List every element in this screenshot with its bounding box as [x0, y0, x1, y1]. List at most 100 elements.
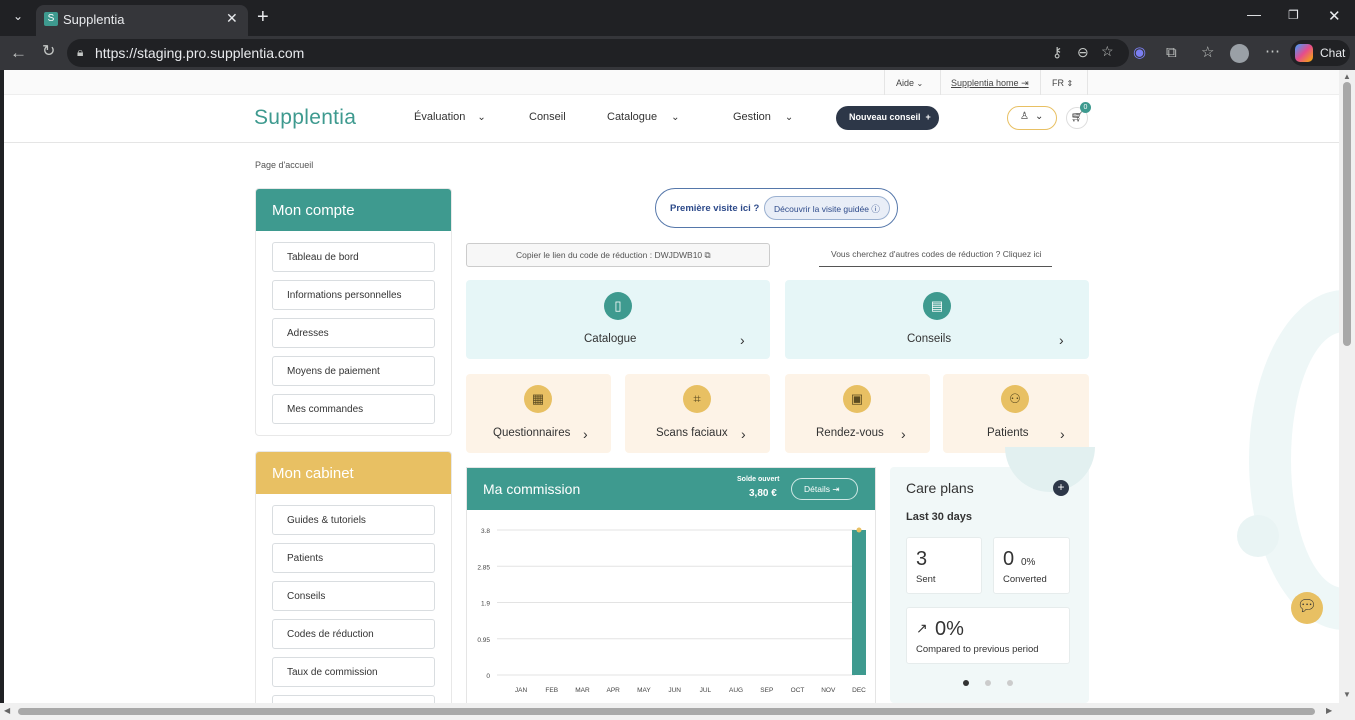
guided-tour-button[interactable]: Découvrir la visite guidée ⓘ	[764, 196, 890, 220]
new-advice-button[interactable]: Nouveau conseil +	[836, 106, 939, 130]
zoom-icon[interactable]: ⊖	[1077, 44, 1089, 61]
chevron-right-icon: ›	[583, 426, 588, 442]
restore-icon[interactable]: ❐	[1288, 8, 1299, 22]
minimize-icon[interactable]: —	[1247, 6, 1261, 22]
menu-patients[interactable]: Patients	[272, 543, 435, 573]
facial-scans-tile[interactable]: ⌗ Scans faciaux ›	[625, 374, 770, 453]
scroll-down-icon[interactable]: ▼	[1343, 690, 1351, 699]
utility-bar: Aide ⌄ Supplentia home ⇥ FR ⇕	[4, 70, 1339, 95]
y-tick-label: 0.95	[477, 637, 490, 644]
close-window-icon[interactable]: ✕	[1328, 7, 1341, 25]
menu-dashboard[interactable]: Tableau de bord	[272, 242, 435, 272]
menu-commission-rate[interactable]: Taux de commission	[272, 657, 435, 687]
add-care-plan-button[interactable]: +	[1053, 480, 1069, 496]
tab-list-button[interactable]: ⌄	[8, 9, 28, 29]
commission-title: Ma commission	[483, 481, 581, 497]
questionnaires-tile[interactable]: ▦ Questionnaires ›	[466, 374, 611, 453]
y-tick-label: 2.85	[477, 564, 490, 571]
page-viewport: Aide ⌄ Supplentia home ⇥ FR ⇕ Supplentia…	[4, 70, 1339, 703]
trend-up-icon: ↗	[916, 620, 928, 636]
period-label: Last 30 days	[906, 511, 973, 523]
chevron-down-icon: ⌄	[784, 112, 794, 123]
other-codes-label: Vous cherchez d'autres codes de réductio…	[831, 249, 1042, 259]
reload-icon[interactable]: ↻	[42, 44, 55, 60]
catalogue-tile[interactable]: ▯ Catalogue ›	[466, 280, 770, 359]
vertical-scrollbar[interactable]: ▲ ▼	[1339, 70, 1355, 703]
converted-stat: 0 0% Converted	[993, 537, 1070, 594]
extensions-puzzle-icon[interactable]: ⧉	[1166, 45, 1177, 60]
menu-discount-codes[interactable]: Codes de réduction	[272, 619, 435, 649]
chevron-down-icon: ⌄	[477, 112, 486, 123]
language-select[interactable]: FR ⇕	[1052, 78, 1073, 88]
scroll-up-icon[interactable]: ▲	[1343, 72, 1351, 81]
menu-guides[interactable]: Guides & tutoriels	[272, 505, 435, 535]
details-button[interactable]: Détails ⇥	[791, 478, 858, 500]
browser-tab[interactable]: S Supplentia ✕	[36, 5, 248, 36]
sent-stat: 3 Sent	[906, 537, 982, 594]
address-bar: ← ↻ 🔒︎ https://staging.pro.supplentia.co…	[0, 36, 1355, 70]
profile-avatar[interactable]	[1230, 44, 1249, 63]
breadcrumb[interactable]: Page d'accueil	[255, 160, 313, 170]
carousel-dot[interactable]	[985, 680, 991, 686]
menu-more[interactable]	[272, 695, 435, 703]
star-icon[interactable]: ☆	[1101, 43, 1114, 60]
chevron-right-icon: ›	[901, 426, 906, 442]
menu-orders[interactable]: Mes commandes	[272, 394, 435, 424]
patients-tile[interactable]: ⚇ Patients ›	[943, 374, 1089, 453]
help-link[interactable]: Aide ⌄	[896, 78, 923, 88]
back-icon[interactable]: ←	[10, 44, 27, 61]
nav-catalogue[interactable]: Catalogue ⌄	[607, 111, 680, 123]
site-info-icon[interactable]: 🔒︎	[77, 45, 83, 60]
login-icon: ⇥	[1021, 78, 1029, 88]
guided-tour-banner: Première visite ici ? Découvrir la visit…	[655, 188, 898, 228]
cart-button[interactable]: 🛒︎ 0	[1066, 102, 1091, 129]
chat-label: Chat	[1320, 46, 1346, 60]
extension-icon[interactable]: ◉	[1133, 45, 1146, 60]
url-field[interactable]: 🔒︎ https://staging.pro.supplentia.com ⚷ …	[67, 39, 1129, 67]
scroll-right-icon[interactable]: ▶	[1326, 706, 1332, 715]
bottle-icon: ▯	[604, 292, 632, 320]
x-tick-label: SEP	[760, 687, 773, 694]
care-bg-decoration	[1005, 447, 1095, 492]
favorites-icon[interactable]: ☆	[1201, 45, 1214, 60]
scroll-thumb[interactable]	[18, 708, 1315, 715]
user-icon: ♙	[1020, 111, 1029, 122]
chat-widget-button[interactable]: 💬︎	[1291, 592, 1323, 624]
other-codes-link[interactable]: Vous cherchez d'autres codes de réductio…	[819, 243, 1052, 267]
conseils-tile[interactable]: ▤ Conseils ›	[785, 280, 1089, 359]
nav-evaluation[interactable]: Évaluation ⌄	[414, 111, 486, 123]
copilot-chat-button[interactable]: Chat	[1290, 40, 1350, 66]
nav-conseil[interactable]: Conseil	[529, 111, 566, 123]
appointments-tile[interactable]: ▣ Rendez-vous ›	[785, 374, 930, 453]
menu-payment-methods[interactable]: Moyens de paiement	[272, 356, 435, 386]
document-icon: ▤	[923, 292, 951, 320]
care-plans-card: Care plans + Last 30 days 3 Sent 0 0% Co…	[890, 447, 1095, 703]
user-menu-button[interactable]: ♙ ⌄	[1007, 106, 1057, 130]
calendar-icon: ▣	[843, 385, 871, 413]
menu-advice[interactable]: Conseils	[272, 581, 435, 611]
menu-personal-info[interactable]: Informations personnelles	[272, 280, 435, 310]
converted-label: Converted	[1003, 574, 1047, 585]
key-icon[interactable]: ⚷	[1052, 44, 1062, 61]
supplentia-home-link[interactable]: Supplentia home ⇥	[951, 78, 1029, 89]
new-advice-label: Nouveau conseil	[849, 112, 921, 122]
horizontal-scrollbar[interactable]: ◀ ▶	[0, 703, 1355, 720]
chevron-right-icon: ›	[1060, 426, 1065, 442]
copy-discount-link-button[interactable]: Copier le lien du code de réduction : DW…	[466, 243, 770, 267]
new-tab-icon[interactable]: +	[257, 6, 269, 29]
logo[interactable]: Supplentia	[254, 106, 356, 130]
scroll-thumb[interactable]	[1343, 82, 1351, 346]
bar-dec[interactable]	[852, 530, 866, 675]
scroll-left-icon[interactable]: ◀	[4, 706, 10, 715]
more-icon[interactable]: ⋯	[1265, 44, 1280, 59]
account-panel-title: Mon compte	[256, 189, 451, 231]
close-tab-icon[interactable]: ✕	[226, 10, 238, 27]
carousel-dot[interactable]	[1007, 680, 1013, 686]
sent-value: 3	[916, 548, 928, 570]
menu-addresses[interactable]: Adresses	[272, 318, 435, 348]
first-visit-text: Première visite ici ?	[670, 203, 760, 214]
care-plans-title: Care plans	[906, 480, 974, 496]
carousel-dot-active[interactable]	[963, 680, 969, 686]
nav-gestion[interactable]: Gestion ⌄	[733, 111, 793, 123]
catalogue-label: Catalogue	[584, 333, 637, 345]
